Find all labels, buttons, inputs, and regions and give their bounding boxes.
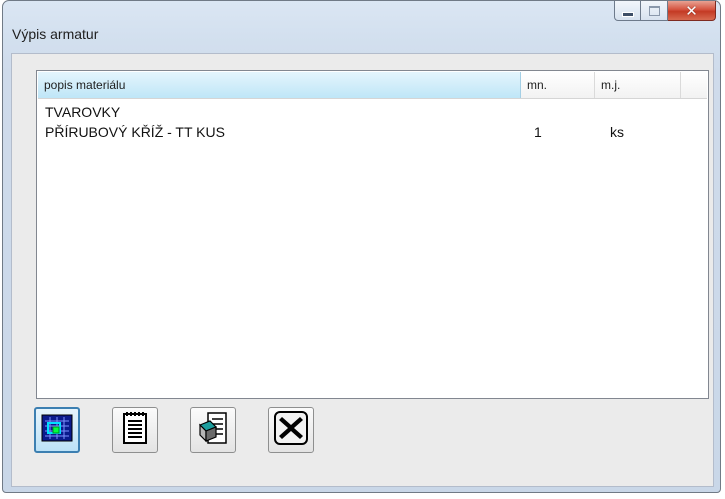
close-icon: ✕ [685,1,698,20]
list-item[interactable]: TVAROVKY [38,103,707,123]
notepad-button[interactable] [112,407,158,453]
window-controls: ✕ [614,1,716,21]
close-x-icon [274,411,308,449]
minimize-button[interactable] [614,1,641,21]
export-button[interactable] [190,407,236,453]
cad-drawing-icon [41,413,73,447]
column-header-popis[interactable]: popis materiálu [38,72,521,98]
cell-popis: PŘÍRUBOVÝ KŘÍŽ - TT KUS [45,124,225,140]
column-header-mj[interactable]: m.j. [595,72,681,98]
column-header-mn[interactable]: mn. [521,72,595,98]
cad-drawing-button[interactable] [34,407,80,453]
cell-mn: 1 [534,124,542,140]
notepad-icon [122,411,148,449]
close-button[interactable]: ✕ [668,1,716,21]
cell-popis: TVAROVKY [45,104,121,120]
cell-mj: ks [610,124,624,140]
maximize-icon [648,5,660,16]
column-header-filler [681,72,707,98]
close-dialog-button[interactable] [268,407,314,453]
window: Výpis armatur ✕ popis materiálu mn. m.j.… [2,0,721,493]
list-item[interactable]: PŘÍRUBOVÝ KŘÍŽ - TT KUS 1 ks [38,123,707,143]
material-list[interactable]: popis materiálu mn. m.j. TVAROVKY PŘÍRUB… [36,70,709,399]
minimize-icon [621,4,634,17]
window-title: Výpis armatur [12,26,99,42]
export-document-icon [196,411,230,449]
list-header: popis materiálu mn. m.j. [38,72,707,99]
maximize-button[interactable] [641,1,668,21]
